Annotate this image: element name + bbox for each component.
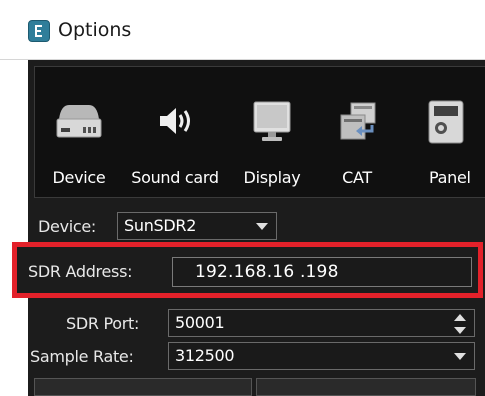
window-titlebar: Options [0,0,485,60]
toolbar-label-sound-card: Sound card [131,168,219,187]
sdr-address-label: SDR Address: [28,262,133,281]
sdr-port-label: SDR Port: [66,314,140,333]
panel-icon [403,97,485,157]
cat-transfer-icon [321,97,393,157]
spin-arrows-icon[interactable] [454,314,466,334]
speaker-icon [125,97,225,157]
chevron-down-icon [256,223,268,230]
toolbar-item-sound-card[interactable]: Sound card [125,67,225,197]
device-label: Device: [38,217,97,236]
monitor-icon [231,97,313,157]
chevron-down-icon [454,353,466,360]
device-drive-icon [39,97,119,157]
toolbar-label-panel: Panel [429,168,471,187]
toolbar-label-device: Device [52,168,106,187]
device-combobox[interactable]: SunSDR2 [117,212,277,240]
toolbar-label-display: Display [243,168,301,187]
bottom-button-right[interactable] [256,378,476,396]
sample-rate-label: Sample Rate: [30,347,134,366]
toolbar-item-device[interactable]: Device [39,67,119,197]
sample-rate-combobox[interactable]: 312500 [168,342,475,370]
bottom-button-left[interactable] [34,378,252,396]
sdr-address-input[interactable]: 192.168.16 .198 [172,257,472,287]
toolbar-label-cat: CAT [342,168,372,187]
sdr-port-value: 50001 [175,313,225,332]
sample-rate-value: 312500 [175,346,235,365]
window-title: Options [58,19,132,41]
sdr-address-value: 192.168.16 .198 [195,262,339,282]
toolbar-item-cat[interactable]: CAT [321,67,393,197]
category-toolbar: Device Sound card Display CAT Panel [34,66,485,198]
spin-down-icon[interactable] [454,327,466,334]
spin-up-icon[interactable] [454,314,466,321]
toolbar-item-display[interactable]: Display [231,67,313,197]
toolbar-item-panel[interactable]: Panel [403,67,485,197]
app-icon [28,20,50,42]
device-value: SunSDR2 [124,216,197,235]
sdr-port-spinbox[interactable]: 50001 [168,309,475,337]
